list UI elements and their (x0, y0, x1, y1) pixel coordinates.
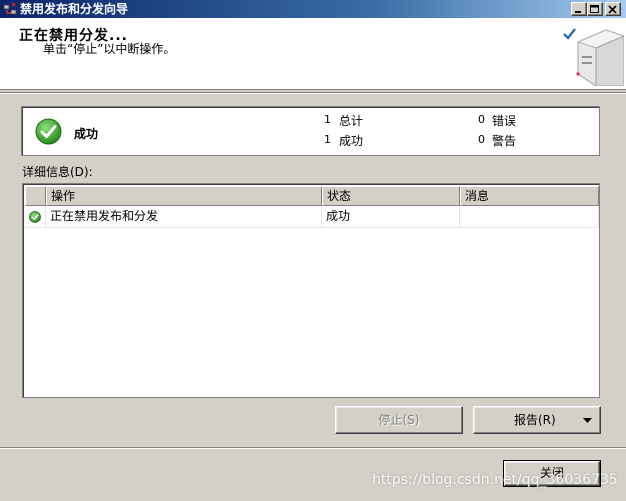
maximize-button[interactable] (587, 2, 603, 16)
row-status: 成功 (322, 206, 460, 228)
watermark-text: https://blog.csdn.net/qq_36036735 (372, 472, 618, 488)
report-button[interactable]: 报告(R) (473, 406, 601, 434)
error-label: 错误 (492, 114, 517, 128)
row-status-cell (25, 206, 46, 228)
details-label: 详细信息(D): (22, 165, 93, 179)
overall-status: 成功 (74, 127, 99, 141)
row-action: 正在禁用发布和分发 (46, 206, 322, 228)
header-separator (0, 92, 626, 94)
success-check-icon (29, 211, 41, 223)
wizard-app-icon (3, 2, 17, 15)
close-icon (608, 5, 617, 14)
details-grid[interactable]: 操作 状态 消息 正在禁用发布和分发 成功 (22, 183, 600, 398)
minimize-button[interactable] (571, 2, 587, 16)
title-bar[interactable]: 禁用发布和分发向导 (0, 0, 626, 18)
page-subtitle: 单击“停止”以中断操作。 (43, 42, 176, 56)
table-row[interactable]: 正在禁用发布和分发 成功 (25, 206, 599, 228)
column-header-icon[interactable] (25, 186, 46, 206)
minimize-icon (575, 11, 581, 13)
server-graphic-icon (563, 28, 624, 86)
total-count: 1 (324, 113, 331, 126)
maximize-icon (590, 5, 599, 13)
report-button-label: 报告(R) (514, 413, 556, 427)
row-message (460, 206, 599, 228)
column-header-action[interactable]: 操作 (46, 186, 322, 206)
footer-separator (0, 447, 626, 449)
wizard-header: 正在禁用分发... 单击“停止”以中断操作。 (0, 18, 626, 90)
window-title: 禁用发布和分发向导 (20, 2, 129, 16)
grid-header: 操作 状态 消息 (25, 186, 599, 206)
column-header-message[interactable]: 消息 (460, 186, 599, 206)
success-check-icon (35, 118, 62, 145)
summary-panel: 成功 1 总计 0 错误 1 成功 0 警告 (21, 106, 600, 156)
error-count: 0 (478, 113, 485, 126)
stop-button[interactable]: 停止(S) (335, 406, 463, 434)
warning-label: 警告 (492, 134, 517, 148)
success-count: 1 (324, 133, 331, 146)
close-window-button[interactable] (605, 2, 621, 16)
dropdown-arrow-icon (583, 418, 592, 423)
column-header-status[interactable]: 状态 (322, 186, 460, 206)
warning-count: 0 (478, 133, 485, 146)
total-label: 总计 (339, 114, 364, 128)
success-label: 成功 (339, 134, 364, 148)
